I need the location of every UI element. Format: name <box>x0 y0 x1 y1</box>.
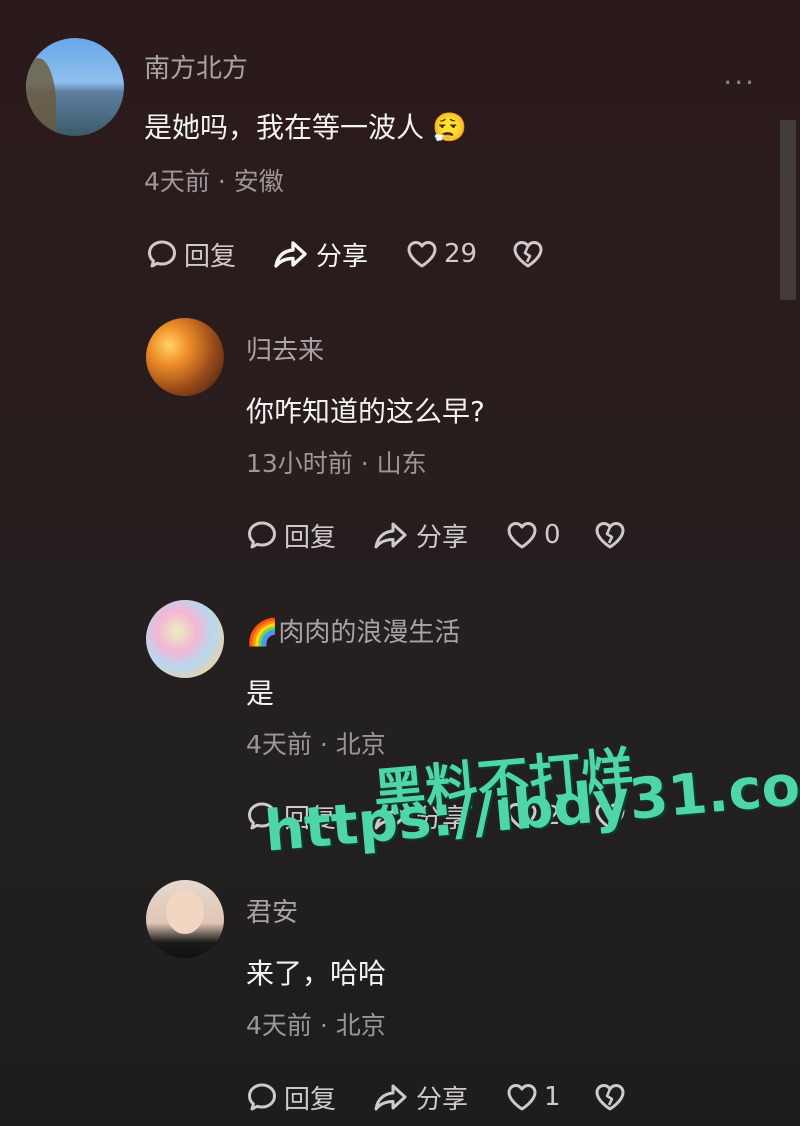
comment-actions: 回复 分享 0 <box>246 515 626 555</box>
reply-button[interactable]: 回复 <box>246 517 372 554</box>
more-options-icon[interactable]: ··· <box>723 66 756 99</box>
comment-text: 你咋知道的这么早? <box>246 395 485 428</box>
comment-actions: 回复 分享 29 <box>146 234 544 274</box>
comment-username[interactable]: 🌈肉肉的浪漫生活 <box>246 612 460 649</box>
heart-icon <box>506 519 538 551</box>
share-button[interactable]: 分享 <box>272 236 406 273</box>
avatar[interactable] <box>146 318 224 396</box>
dislike-button[interactable] <box>594 1081 626 1113</box>
reply-button[interactable]: 回复 <box>146 236 272 273</box>
comment-meta: 4天前 · 北京 <box>246 730 386 759</box>
share-button[interactable]: 分享 <box>372 1079 506 1116</box>
reply-icon <box>246 1081 278 1113</box>
share-icon <box>372 1081 410 1113</box>
avatar[interactable] <box>146 880 224 958</box>
scrollbar[interactable] <box>780 120 796 300</box>
comment-text: 是 <box>246 677 275 710</box>
comment-username[interactable]: 南方北方 <box>144 48 248 85</box>
avatar[interactable] <box>146 600 224 678</box>
heart-icon <box>506 1081 538 1113</box>
broken-heart-icon <box>512 238 544 270</box>
like-button[interactable]: 0 <box>506 519 594 551</box>
comment-meta: 13小时前 · 山东 <box>246 449 427 478</box>
reply-button[interactable]: 回复 <box>246 1079 372 1116</box>
reply-icon <box>246 519 278 551</box>
dislike-button[interactable] <box>594 519 626 551</box>
share-icon <box>372 519 410 551</box>
emoji: 😮‍💨 <box>432 111 467 144</box>
comment-text: 是她吗，我在等一波人 😮‍💨 <box>144 111 467 144</box>
avatar[interactable] <box>26 38 124 136</box>
rainbow-icon: 🌈 <box>246 618 279 648</box>
like-button[interactable]: 1 <box>506 1081 594 1113</box>
broken-heart-icon <box>594 519 626 551</box>
comment-username[interactable]: 君安 <box>246 892 298 929</box>
dislike-button[interactable] <box>512 238 544 270</box>
avatar-face-shape <box>166 890 204 934</box>
share-icon <box>272 238 310 270</box>
broken-heart-icon <box>594 1081 626 1113</box>
share-button[interactable]: 分享 <box>372 517 506 554</box>
like-button[interactable]: 29 <box>406 238 512 270</box>
avatar-tree-shape <box>26 58 56 136</box>
reply-icon <box>146 238 178 270</box>
comment-text: 来了，哈哈 <box>246 957 387 990</box>
heart-icon <box>406 238 438 270</box>
comment-actions: 回复 分享 1 <box>246 1077 626 1117</box>
comment-meta: 4天前 · 北京 <box>246 1011 386 1040</box>
comment-meta: 4天前 · 安徽 <box>144 167 284 196</box>
comment-username[interactable]: 归去来 <box>246 330 324 367</box>
